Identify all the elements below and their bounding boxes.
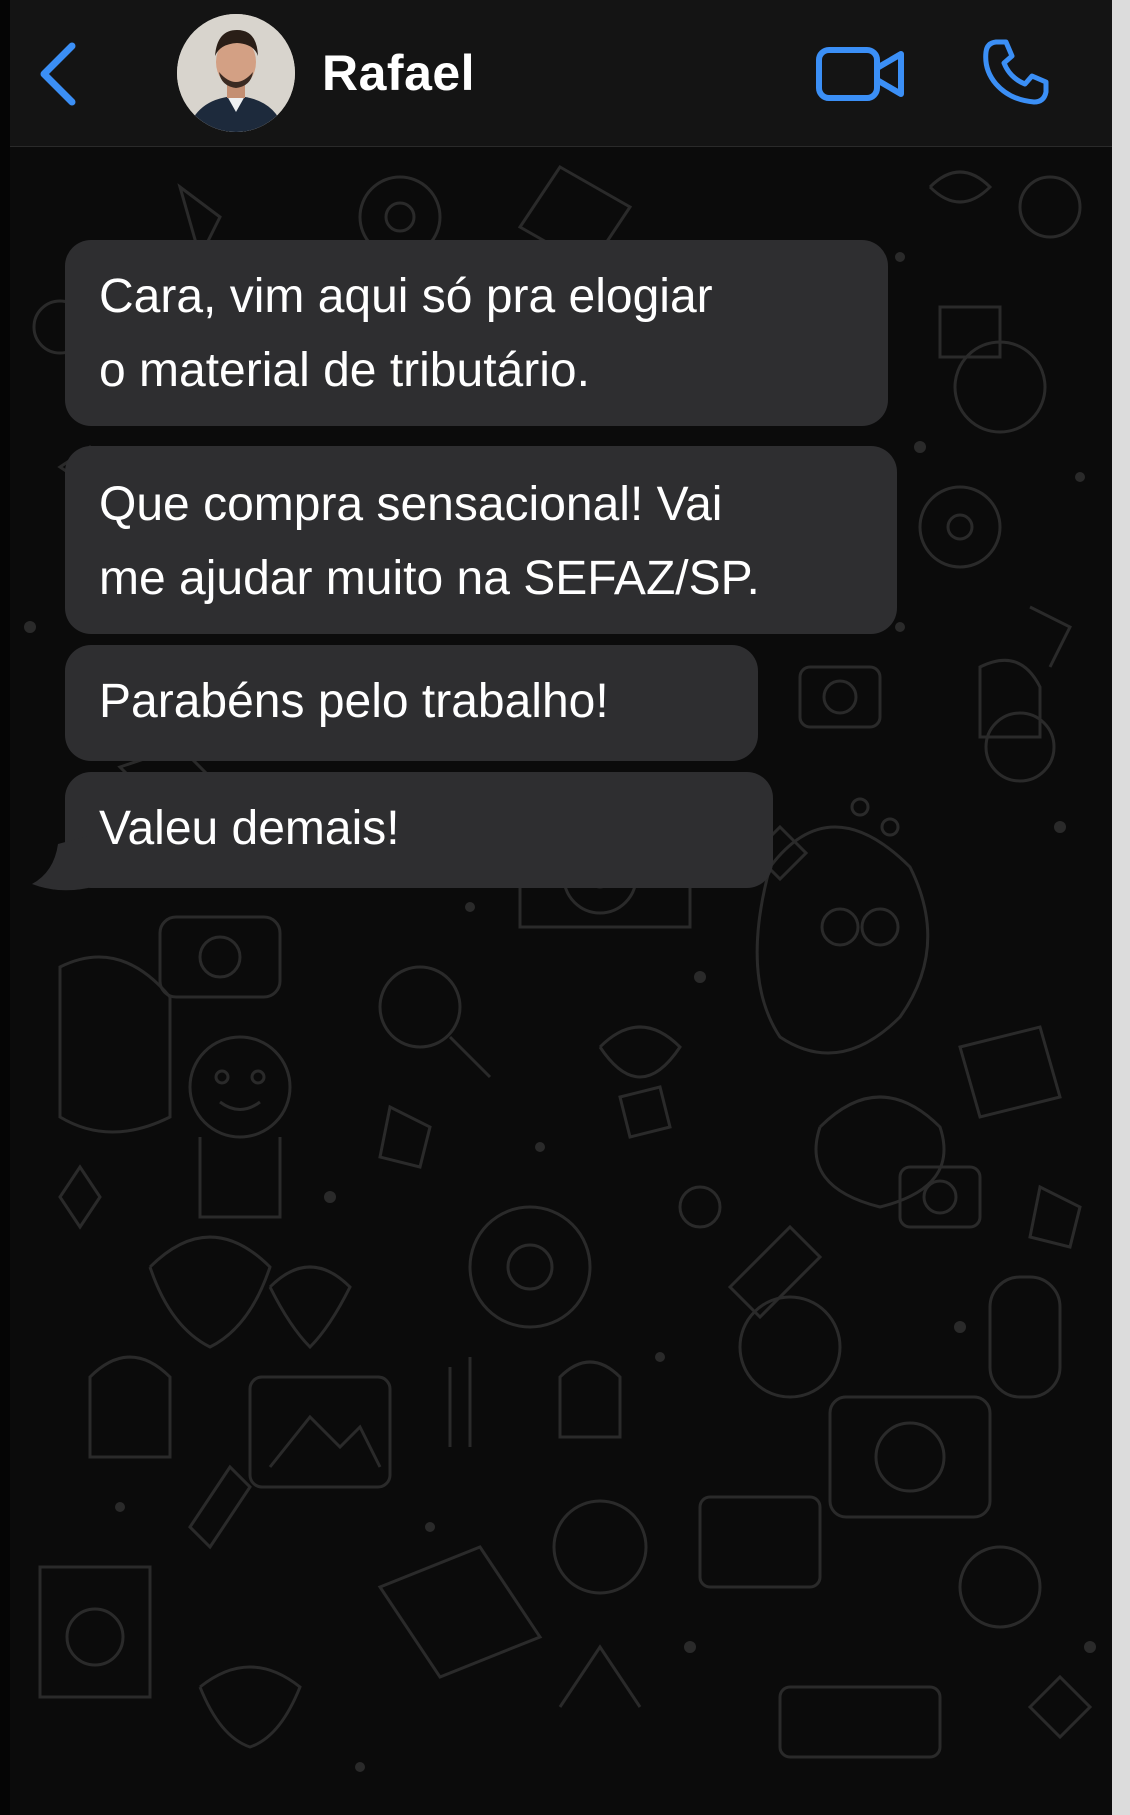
video-camera-icon [816,47,904,101]
phone-icon [983,39,1049,105]
message-bubble[interactable]: Valeu demais! [65,772,773,888]
message-bubble[interactable]: Que compra sensacional! Vai me ajudar mu… [65,446,897,634]
video-call-button[interactable] [815,40,907,108]
chat-screen: Rafael Cara, vim aqui só pra elogiar o m… [0,0,1130,1815]
bubble-tail [32,836,88,891]
chevron-left-icon [40,42,76,106]
message-bubble[interactable]: Parabéns pelo trabalho! [65,645,758,761]
message-bubble[interactable]: Cara, vim aqui só pra elogiar o material… [65,240,888,426]
screen-edge-right [1112,0,1130,1815]
contact-name[interactable]: Rafael [322,44,475,102]
contact-photo [177,14,295,132]
chat-header: Rafael [0,0,1130,147]
back-button[interactable] [30,34,90,114]
screen-edge-left [0,0,10,1815]
voice-call-button[interactable] [980,36,1052,108]
avatar[interactable] [177,14,295,132]
